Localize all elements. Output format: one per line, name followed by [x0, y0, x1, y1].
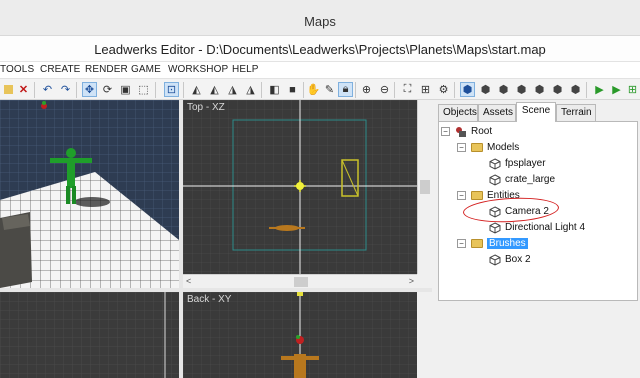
tree-label-fpsplayer: fpsplayer: [505, 158, 546, 169]
box-icon[interactable]: ⬢: [460, 82, 475, 97]
left-scene: [0, 292, 179, 378]
settings-icon[interactable]: ⚙: [436, 82, 451, 97]
align-icon[interactable]: ◮: [225, 82, 240, 97]
menu-create[interactable]: CREATE: [40, 64, 80, 75]
grid-icon[interactable]: ⊞: [418, 82, 433, 97]
tab-assets[interactable]: Assets: [478, 104, 516, 122]
tab-scene[interactable]: Scene: [516, 102, 556, 122]
tree-label-models: Models: [487, 142, 520, 153]
select-icon[interactable]: ⬚: [136, 82, 151, 97]
menu-help[interactable]: HELP: [232, 64, 259, 75]
zoom-out-icon[interactable]: ⊖: [377, 82, 392, 97]
toolbar: ✕ ↶ ↷ ✥ ⟳ ▣ ⬚ ⊡ ◭ ◭ ◮ ◮ ◧ ■ ✋ ✎ 🔒︎ ⊕ ⊖ ⛶…: [0, 78, 640, 100]
align-icon[interactable]: ◭: [207, 82, 222, 97]
menu-game[interactable]: GAME: [131, 64, 161, 75]
box-icon[interactable]: ⬢: [550, 82, 565, 97]
left-viewport[interactable]: [0, 292, 179, 378]
top-scene: [183, 100, 417, 274]
top-viewport-hscroll[interactable]: < >: [183, 274, 417, 288]
tab-objects[interactable]: Objects: [438, 104, 478, 122]
tree-label-brushes: Brushes: [487, 238, 528, 249]
model-icon: [489, 253, 501, 266]
window-titlebar: Leadwerks Editor - D:\Documents\Leadwerk…: [0, 36, 640, 62]
tree-label-crate-large: crate_large: [505, 174, 556, 185]
tree-label-directional-light: Directional Light 4: [505, 222, 586, 233]
open-icon[interactable]: [1, 82, 16, 97]
play-debug-icon[interactable]: ▶: [609, 82, 624, 97]
delete-icon[interactable]: ✕: [16, 82, 31, 97]
rotate-icon[interactable]: ⟳: [100, 82, 115, 97]
publish-icon[interactable]: ⊞: [625, 82, 640, 97]
undo-icon[interactable]: ↶: [40, 82, 55, 97]
paint-icon[interactable]: ✋: [306, 82, 321, 97]
box-icon[interactable]: ⬢: [568, 82, 583, 97]
model-icon: [489, 157, 501, 170]
top-viewport[interactable]: Top - XZ: [183, 100, 417, 274]
zoom-in-icon[interactable]: ⊕: [359, 82, 374, 97]
root-icon: [455, 126, 467, 138]
perspective-scene: [0, 100, 179, 288]
model-icon: [489, 173, 501, 186]
window-title: Leadwerks Editor - D:\Documents\Leadwerk…: [94, 42, 546, 57]
tab-terrain[interactable]: Terrain: [556, 104, 596, 122]
tab-title[interactable]: Maps: [0, 14, 640, 29]
tree-item-box[interactable]: Box 2: [489, 252, 531, 267]
pick-icon[interactable]: ✎: [322, 82, 337, 97]
back-viewport[interactable]: Back - XY: [183, 292, 417, 378]
move-icon[interactable]: ✥: [82, 82, 97, 97]
tree-item-brushes[interactable]: − Brushes: [457, 236, 528, 251]
menu-workshop[interactable]: WORKSHOP: [168, 64, 228, 75]
scale-icon[interactable]: ▣: [118, 82, 133, 97]
box-icon[interactable]: ⬢: [478, 82, 493, 97]
editor-screen: Maps Leadwerks Editor - D:\Documents\Lea…: [0, 0, 640, 378]
play-icon[interactable]: ▶: [592, 82, 607, 97]
snap-icon[interactable]: ⊡: [164, 82, 179, 97]
tree-item-root[interactable]: − Root: [441, 124, 492, 139]
lock-icon[interactable]: 🔒︎: [338, 82, 353, 97]
align-icon[interactable]: ◮: [243, 82, 258, 97]
ungroup-icon[interactable]: ■: [285, 82, 300, 97]
folder-icon: [471, 142, 483, 154]
box-icon[interactable]: ⬢: [496, 82, 511, 97]
zoom-extents-icon[interactable]: ⛶: [400, 82, 415, 97]
redo-icon[interactable]: ↷: [58, 82, 73, 97]
box-icon[interactable]: ⬢: [514, 82, 529, 97]
tree-item-models[interactable]: − Models: [457, 140, 519, 155]
folder-icon: [471, 190, 483, 202]
box-icon[interactable]: ⬢: [532, 82, 547, 97]
menu-tools[interactable]: TOOLS: [0, 64, 34, 75]
tree-item-fpsplayer[interactable]: fpsplayer: [489, 156, 546, 171]
perspective-viewport[interactable]: [0, 100, 179, 288]
model-icon: [489, 221, 501, 234]
scene-panel: Objects Assets Scene Terrain − Root − Mo…: [432, 100, 640, 378]
menu-render[interactable]: RENDER: [85, 64, 128, 75]
back-viewport-label: Back - XY: [187, 294, 232, 305]
tab-bar: Maps: [0, 0, 640, 36]
menu-bar: TOOLS CREATE RENDER GAME WORKSHOP HELP: [0, 62, 640, 78]
tree-item-crate-large[interactable]: crate_large: [489, 172, 555, 187]
top-viewport-vscroll[interactable]: [417, 100, 432, 274]
group-icon[interactable]: ◧: [267, 82, 282, 97]
top-viewport-label: Top - XZ: [187, 102, 225, 113]
tree-label-box: Box 2: [505, 254, 531, 265]
scene-tree: − Root − Models fpsplayer crate_large − …: [438, 121, 638, 301]
align-icon[interactable]: ◭: [189, 82, 204, 97]
tree-label-root: Root: [471, 126, 493, 137]
folder-icon: [471, 238, 483, 250]
